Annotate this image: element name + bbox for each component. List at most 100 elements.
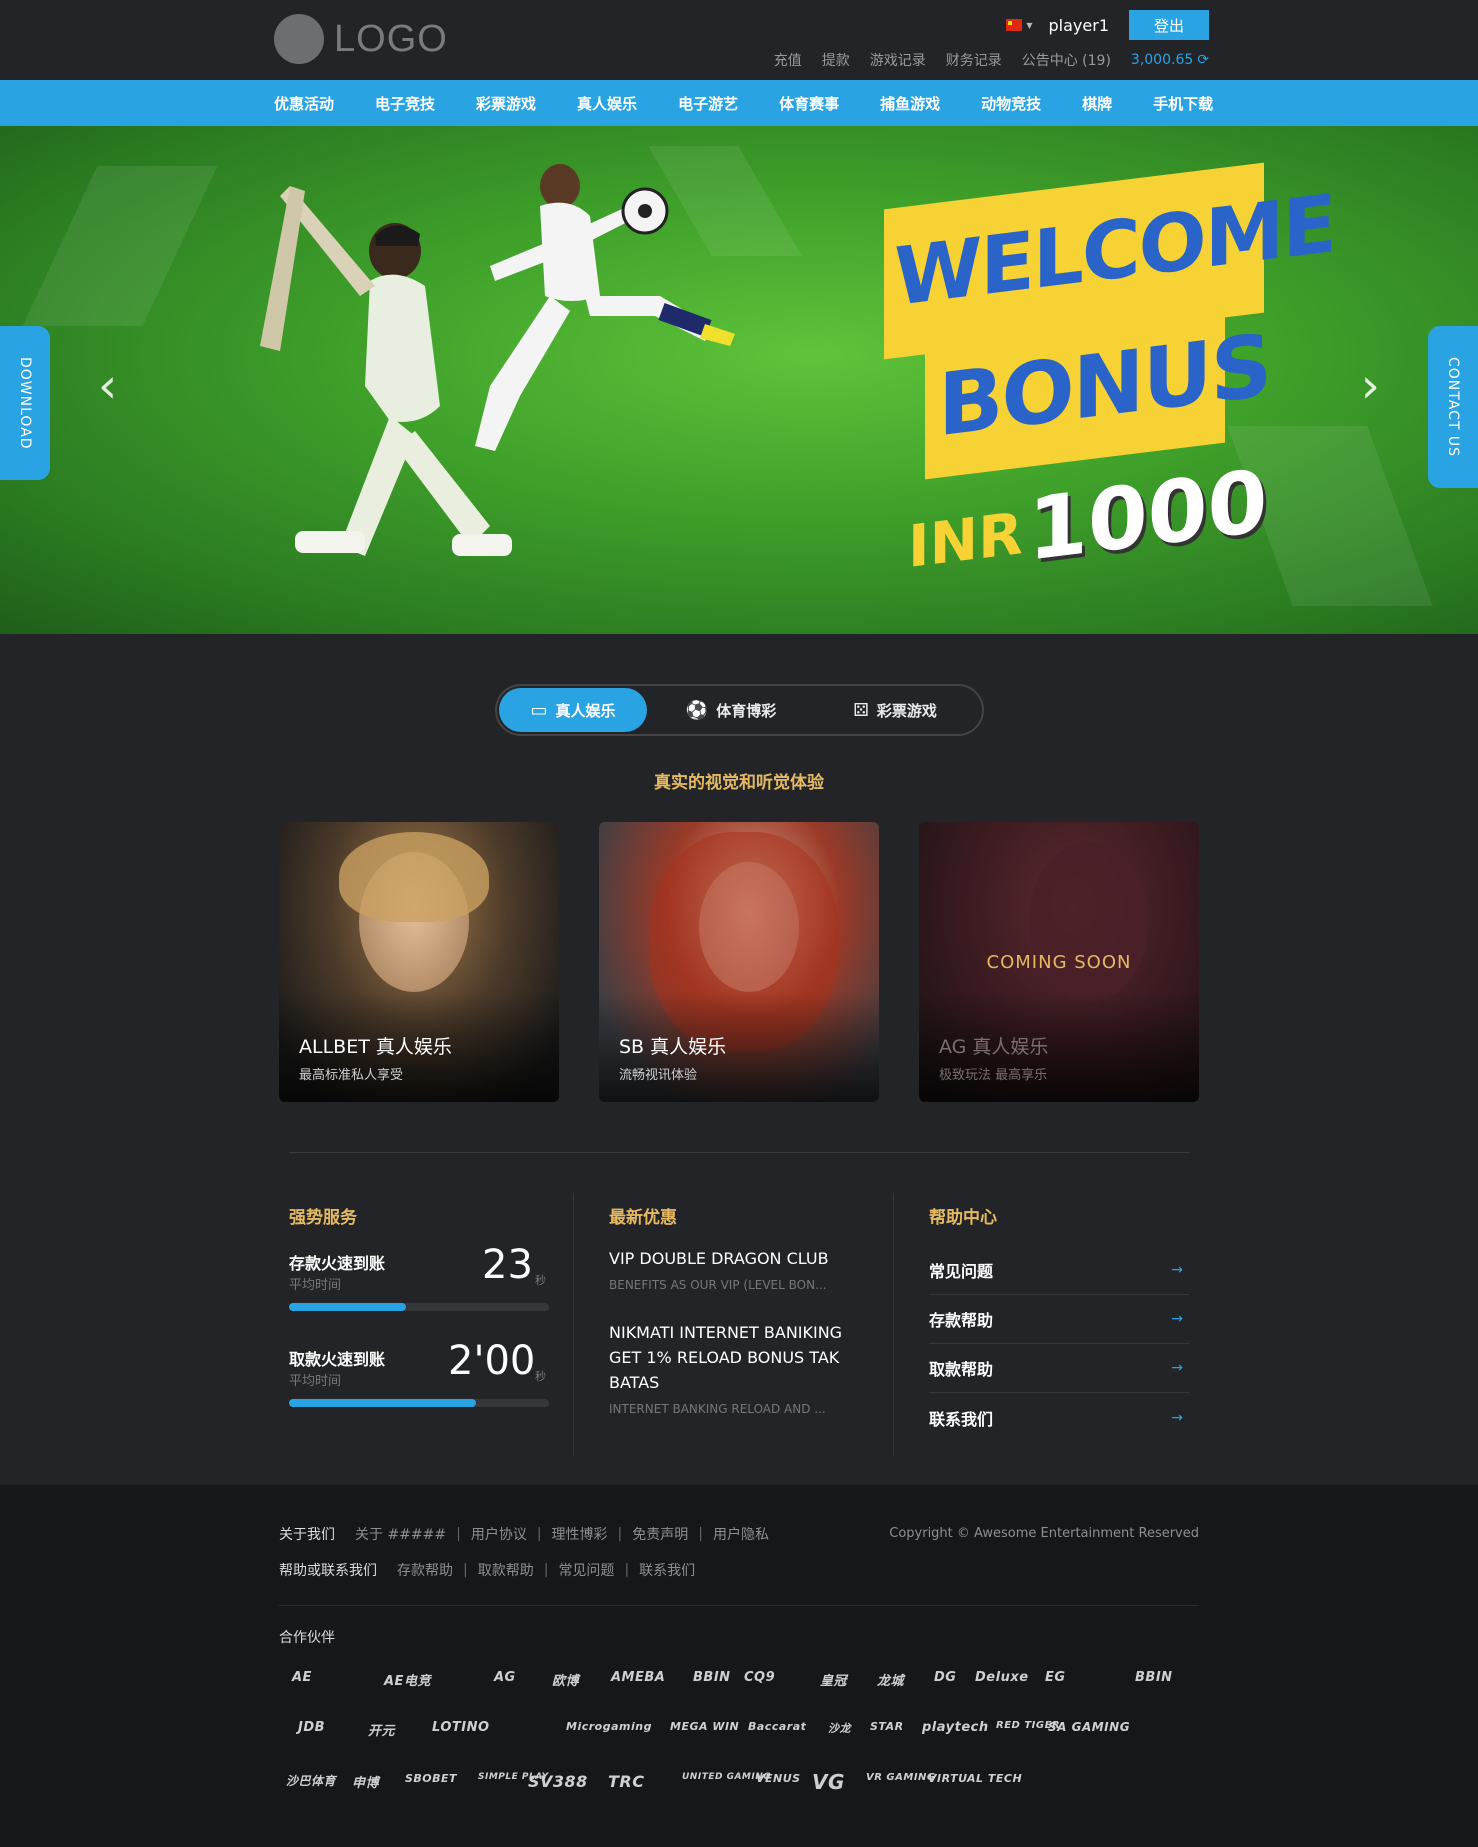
card-title: SB 真人娱乐 [619,1036,727,1058]
card-desc: 极致玩法 最高享乐 [939,1068,1048,1083]
footer-link[interactable]: 联系我们 [639,1560,695,1580]
section-subtitle: 真实的视觉和听觉体验 [654,773,824,793]
partner-logo: SBOBET [405,1772,458,1785]
withdraw-speed-label: 取款火速到账 [289,1350,386,1369]
link-announcements[interactable]: 公告中心 (19) [1022,50,1111,70]
partner-logo: Baccarat [748,1720,807,1733]
card-title: ALLBET 真人娱乐 [299,1036,452,1058]
partner-logo: 沙龙 [828,1722,851,1735]
header: LOGO ▼ player1 登出 充值 提款 游戏记录 财务记录 公告中心 (… [0,0,1478,80]
partner-logo: AE电竞 [384,1674,431,1689]
partner-logo: 申博 [352,1776,380,1791]
partner-logo: VIRTUAL TECH [928,1772,1023,1785]
help-title: 帮助中心 [929,1208,997,1228]
footer-link[interactable]: 免责声明 [632,1524,688,1544]
nav-item-lottery[interactable]: 彩票游戏 [476,93,536,114]
withdraw-speed-sub: 平均时间 [289,1374,342,1389]
partner-logo: SA GAMING [1048,1720,1131,1734]
card-image-hair [339,832,489,922]
link-withdraw[interactable]: 提款 [822,50,850,70]
withdraw-speed-unit: 秒 [535,1370,546,1383]
video-camera-icon: ▭ [530,699,548,721]
withdraw-speed-bar-fill [289,1399,477,1407]
section-divider [289,1152,1189,1153]
card-desc: 流畅视讯体验 [619,1068,698,1083]
download-side-tab[interactable]: DOWNLOAD [0,326,50,480]
promo-title[interactable]: VIP DOUBLE DRAGON CLUB [609,1246,859,1271]
nav-item-chess-cards[interactable]: 棋牌 [1082,93,1112,114]
link-deposit[interactable]: 充值 [774,50,802,70]
help-item-withdraw[interactable]: 取款帮助 → [929,1344,1189,1393]
contact-side-tab[interactable]: CONTACT US [1428,326,1478,488]
footer-link[interactable]: 关于 ##### [355,1524,446,1544]
partner-logo: 开元 [368,1724,396,1739]
caret-down-icon[interactable]: ▼ [1026,21,1032,30]
partner-logo: 欧博 [552,1674,580,1689]
deposit-speed-label: 存款火速到账 [289,1254,386,1273]
footer-link[interactable]: 存款帮助 [397,1560,453,1580]
arrow-right-icon: → [1171,1360,1183,1376]
promo-title[interactable]: NIKMATI INTERNET BANIKING GET 1% RELOAD … [609,1320,859,1395]
nav-item-fishing[interactable]: 捕鱼游戏 [880,93,940,114]
game-card-allbet[interactable]: ALLBET 真人娱乐 最高标准私人享受 [279,822,559,1102]
banner-amount: 1000 [1028,451,1268,581]
partner-logo: VG [812,1770,845,1794]
contact-label: CONTACT US [1445,357,1461,457]
category-tabs: ▭ 真人娱乐 ⚽ 体育博彩 ⚄ 彩票游戏 [495,684,984,736]
help-item-label: 常见问题 [929,1262,994,1281]
footer-link[interactable]: 用户隐私 [713,1524,769,1544]
withdraw-speed-bar [289,1399,549,1407]
link-game-records[interactable]: 游戏记录 [870,50,926,70]
promo-sub: BENEFITS AS OUR VIP (LEVEL BON... [609,1278,827,1292]
help-item-label: 取款帮助 [929,1360,994,1379]
username: player1 [1048,15,1109,35]
nav-item-animal-racing[interactable]: 动物竞技 [981,93,1041,114]
logout-button[interactable]: 登出 [1129,10,1209,40]
footer-link[interactable]: 取款帮助 [478,1560,534,1580]
link-finance-records[interactable]: 财务记录 [946,50,1002,70]
partner-logo: SV388 [528,1772,588,1791]
separator: | [463,1562,468,1578]
tab-sports[interactable]: ⚽ 体育博彩 [647,688,815,732]
nav-item-promotions[interactable]: 优惠活动 [274,93,334,114]
card-desc: 最高标准私人享受 [299,1068,404,1083]
download-label: DOWNLOAD [17,356,33,450]
chevron-left-icon[interactable]: ‹ [98,358,117,414]
balance-value: 3,000.65 [1130,52,1194,68]
nav-item-live-casino[interactable]: 真人娱乐 [577,93,637,114]
tab-live-casino[interactable]: ▭ 真人娱乐 [499,688,647,732]
nav-item-slots[interactable]: 电子游艺 [678,93,738,114]
deposit-speed-bar [289,1303,549,1311]
footer-link[interactable]: 用户协议 [471,1524,527,1544]
logo-circle-icon [274,14,324,64]
partner-logo: AG [494,1670,516,1685]
game-card-sb[interactable]: SB 真人娱乐 流畅视讯体验 [599,822,879,1102]
nav-item-mobile-download[interactable]: 手机下载 [1153,93,1213,114]
deposit-speed-value: 23 [482,1242,533,1288]
game-card-ag[interactable]: COMING SOON AG 真人娱乐 极致玩法 最高享乐 [919,822,1199,1102]
nav-item-sports[interactable]: 体育赛事 [779,93,839,114]
promotions-title: 最新优惠 [609,1208,677,1228]
tab-label: 真人娱乐 [555,701,616,720]
partner-logo: VR GAMING [866,1772,936,1783]
help-item-deposit[interactable]: 存款帮助 → [929,1295,1189,1344]
refresh-icon[interactable]: ⟳ [1197,52,1209,68]
hero-banner[interactable]: DOWNLOAD CONTACT US ‹ › WELCOME BONUS IN… [0,126,1478,634]
tab-lottery[interactable]: ⚄ 彩票游戏 [815,688,975,732]
partner-logo: 龙城 [877,1674,905,1689]
footer-link[interactable]: 理性博彩 [552,1524,608,1544]
partner-logo: MEGA WIN [670,1720,740,1733]
deposit-speed-bar-fill [289,1303,406,1311]
site-logo[interactable]: LOGO [274,14,448,64]
help-item-label: 联系我们 [929,1409,994,1429]
nav-item-esports[interactable]: 电子竞技 [375,93,435,114]
partner-logo: TRC [608,1772,645,1791]
help-item-contact[interactable]: 联系我们 → [929,1393,1189,1442]
help-item-faq[interactable]: 常见问题 → [929,1246,1189,1295]
footer-link[interactable]: 常见问题 [558,1560,614,1580]
partner-logo: EG [1045,1670,1066,1685]
partner-logo: playtech [922,1720,989,1735]
china-flag-icon[interactable] [1006,19,1023,31]
chevron-right-icon[interactable]: › [1361,358,1380,414]
separator: | [617,1526,623,1542]
